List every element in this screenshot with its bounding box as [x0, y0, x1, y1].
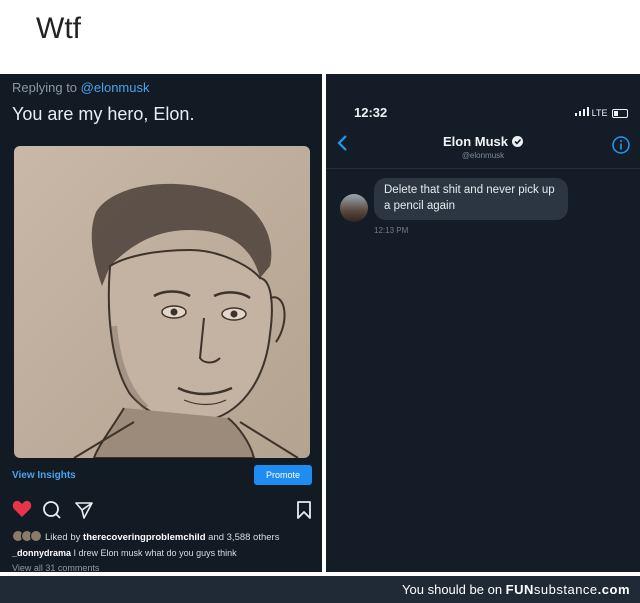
- watermark-brand: FUNsubstance.com: [505, 582, 630, 597]
- caption-user-link[interactable]: _donnydrama: [12, 548, 71, 558]
- verified-badge-icon: [512, 136, 523, 147]
- sender-avatar[interactable]: [340, 194, 368, 222]
- message-bubble[interactable]: Delete that shit and never pick up a pen…: [374, 178, 568, 220]
- view-insights-link[interactable]: View Insights: [12, 470, 76, 481]
- insights-bar: View Insights Promote: [0, 462, 322, 490]
- watermark-text: You should be on FUNsubstance.com: [402, 582, 630, 597]
- liked-suffix[interactable]: and 3,588 others: [206, 532, 279, 543]
- send-icon[interactable]: [74, 500, 94, 525]
- liked-by-line: Liked by therecoveringproblemchild and 3…: [12, 530, 279, 545]
- info-icon[interactable]: [612, 136, 630, 159]
- bookmark-icon[interactable]: [296, 500, 312, 525]
- twitter-dm-panel: 12:32 LTE Elon Musk @elonmusk Delete tha…: [326, 74, 640, 572]
- instagram-post-panel: Replying to @elonmusk You are my hero, E…: [0, 74, 322, 572]
- meme-caption: Wtf: [36, 12, 81, 45]
- status-time: 12:32: [354, 105, 388, 120]
- portrait-sketch: [73, 183, 299, 458]
- tweet-text: You are my hero, Elon.: [12, 104, 195, 124]
- liker-avatars: [12, 530, 42, 545]
- header-divider: [326, 168, 640, 169]
- network-label: LTE: [591, 108, 608, 118]
- watermark-prefix: You should be on: [402, 582, 506, 597]
- watermark-footer: You should be on FUNsubstance.com: [0, 576, 640, 603]
- liked-user-link[interactable]: therecoveringproblemchild: [83, 532, 205, 543]
- post-caption: _donnydrama I drew Elon musk what do you…: [12, 548, 237, 558]
- promote-button[interactable]: Promote: [254, 465, 312, 485]
- view-comments-link[interactable]: View all 31 comments: [12, 563, 99, 572]
- status-bar-icons: LTE: [575, 107, 628, 119]
- signal-icon: [575, 107, 592, 118]
- contact-name-text: Elon Musk: [442, 134, 508, 149]
- heart-icon[interactable]: [12, 500, 32, 523]
- battery-icon: [612, 109, 628, 119]
- pencil-drawing-image[interactable]: [14, 146, 310, 458]
- replying-handle-link[interactable]: @elonmusk: [81, 80, 150, 95]
- caption-text: I drew Elon musk what do you guys think: [71, 548, 237, 558]
- contact-name[interactable]: Elon Musk: [326, 134, 640, 149]
- comment-icon[interactable]: [42, 500, 62, 525]
- replying-prefix: Replying to: [12, 80, 81, 95]
- liked-prefix: Liked by: [45, 532, 84, 544]
- replying-to-line: Replying to @elonmusk: [12, 80, 150, 95]
- contact-handle: @elonmusk: [461, 151, 505, 160]
- message-time: 12:13 PM: [374, 226, 409, 235]
- post-actions: [0, 498, 322, 522]
